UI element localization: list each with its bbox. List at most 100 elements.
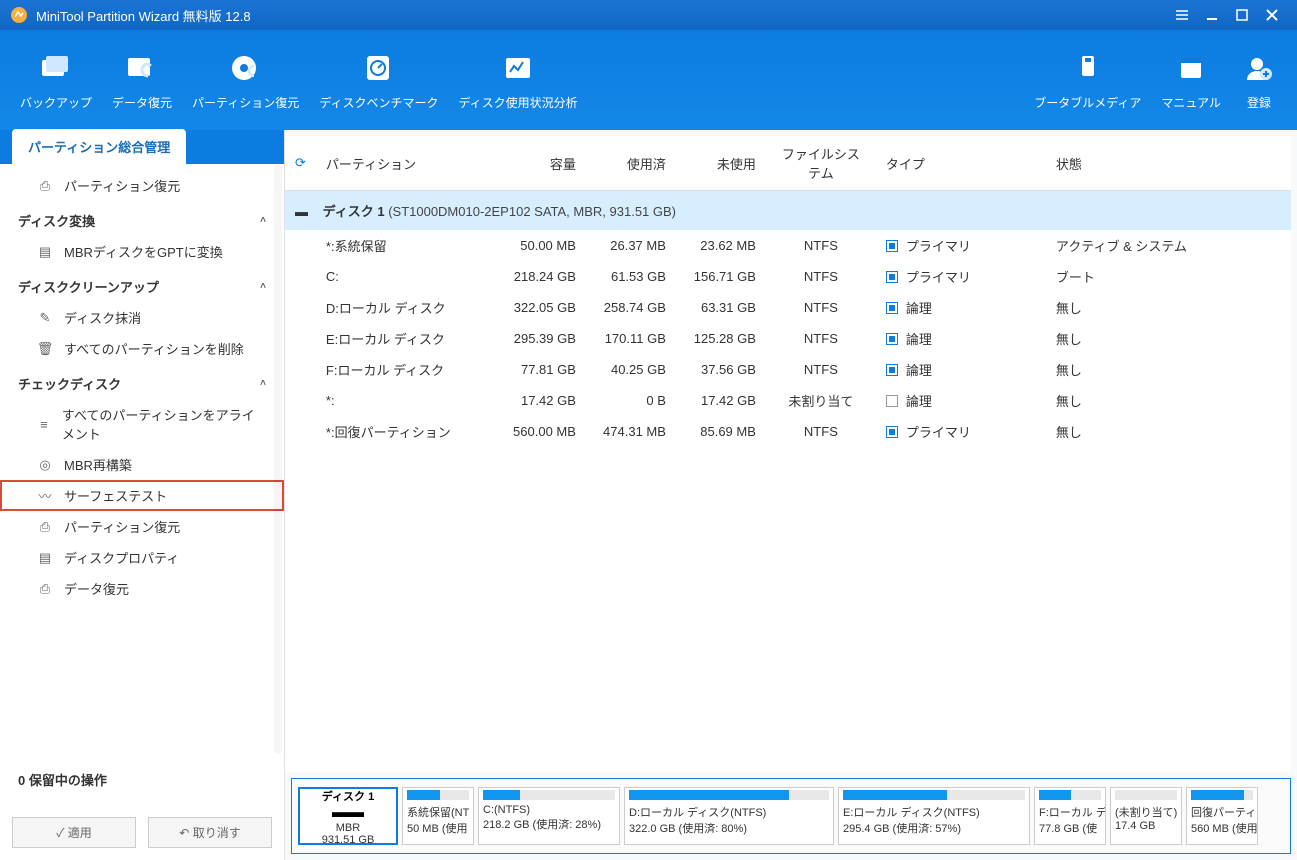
toolbar-label: マニュアル	[1161, 94, 1221, 111]
usage-bar	[629, 790, 829, 800]
sidebar-item-mbr2gpt[interactable]: ▤MBRディスクをGPTに変換	[0, 236, 284, 267]
toolbar-register[interactable]: 登録	[1231, 44, 1287, 117]
datarecovery-icon	[124, 50, 160, 86]
partition-row[interactable]: *:17.42 GB0 B17.42 GB未割り当て論理無し	[285, 385, 1291, 416]
type-indicator-icon	[886, 364, 898, 376]
diskmap-label: D:ローカル ディスク(NTFS)	[629, 804, 829, 820]
tab-partition-manager[interactable]: パーティション総合管理	[12, 129, 186, 164]
toolbar-label: ディスク使用状況分析	[458, 94, 577, 111]
cell-used: 170.11 GB	[586, 323, 676, 354]
type-indicator-icon	[886, 395, 898, 407]
chevron-up-icon: ˄	[260, 378, 266, 389]
menu-icon[interactable]	[1167, 0, 1197, 30]
cell-free: 37.56 GB	[676, 354, 766, 385]
cell-free: 63.31 GB	[676, 292, 766, 323]
sidebar-item-datarec2[interactable]: ⎙データ復元	[0, 573, 284, 604]
toolbar-partrecovery[interactable]: パーティション復元	[182, 44, 309, 117]
toolbar-benchmark[interactable]: ディスクベンチマーク	[309, 44, 448, 117]
cell-partition: F:ローカル ディスク	[316, 354, 496, 385]
diskmap-partition[interactable]: 系統保留(NT50 MB (使用	[402, 787, 474, 845]
partition-row[interactable]: *:回復パーティション560.00 MB474.31 MB85.69 MBNTF…	[285, 416, 1291, 447]
refresh-icon[interactable]: ⟳	[295, 155, 306, 170]
usage-bar	[1191, 790, 1253, 800]
diskmap-disk[interactable]: ディスク 1▬▬MBR931.51 GB	[298, 787, 398, 845]
maximize-button[interactable]	[1227, 0, 1257, 30]
col-type[interactable]: タイプ	[876, 136, 1046, 191]
toolbar-backup[interactable]: バックアップ	[10, 44, 102, 117]
col-capacity[interactable]: 容量	[496, 136, 586, 191]
toolbar-usage[interactable]: ディスク使用状況分析	[448, 44, 587, 117]
cell-capacity: 295.39 GB	[496, 323, 586, 354]
col-status[interactable]: 状態	[1046, 136, 1291, 191]
partition-row[interactable]: *:系統保留50.00 MB26.37 MB23.62 MBNTFSプライマリア…	[285, 230, 1291, 261]
partition-row[interactable]: F:ローカル ディスク77.81 GB40.25 GB37.56 GBNTFS論…	[285, 354, 1291, 385]
diskmap-size: 17.4 GB	[1115, 820, 1177, 832]
align-icon: ≡	[36, 415, 52, 433]
sidebar-group[interactable]: ディスククリーンアップ˄	[0, 267, 284, 302]
minimize-button[interactable]	[1197, 0, 1227, 30]
cell-free: 125.28 GB	[676, 323, 766, 354]
toolbar-datarecovery[interactable]: データ復元	[102, 44, 182, 117]
diskmap-partition[interactable]: C:(NTFS)218.2 GB (使用済: 28%)	[478, 787, 620, 845]
partition-row[interactable]: C:218.24 GB61.53 GB156.71 GBNTFSプライマリブート	[285, 261, 1291, 292]
sidebar: パーティション総合管理 ⎙パーティション復元ディスク変換˄▤MBRディスクをGP…	[0, 130, 285, 860]
window-title: MiniTool Partition Wizard 無料版 12.8	[36, 6, 1167, 25]
type-indicator-icon	[886, 302, 898, 314]
diskmap-partition[interactable]: F:ローカル ディ77.8 GB (使	[1034, 787, 1106, 845]
toolbar-bootmedia[interactable]: ブータブルメディア	[1024, 44, 1151, 117]
col-partition[interactable]: パーティション	[316, 136, 496, 191]
cell-fs: NTFS	[766, 261, 876, 292]
sidebar-item-diskprop[interactable]: ▤ディスクプロパティ	[0, 542, 284, 573]
close-button[interactable]	[1257, 0, 1287, 30]
group-title: ディスククリーンアップ	[18, 277, 159, 296]
sidebar-group[interactable]: ディスク変換˄	[0, 201, 284, 236]
toolbar-manual[interactable]: マニュアル	[1151, 44, 1231, 117]
sidebar-item-label: パーティション復元	[64, 517, 180, 536]
cell-used: 40.25 GB	[586, 354, 676, 385]
cell-free: 17.42 GB	[676, 385, 766, 416]
sidebar-group[interactable]: チェックディスク˄	[0, 364, 284, 399]
apply-button[interactable]: ✓ 適用	[12, 817, 136, 848]
diskmap-size: 560 MB (使用	[1191, 820, 1253, 836]
cell-partition: C:	[316, 261, 496, 292]
sidebar-item-partition-recovery[interactable]: ⎙パーティション復元	[0, 170, 284, 201]
col-used[interactable]: 使用済	[586, 136, 676, 191]
usage-bar	[483, 790, 615, 800]
diskmap-disk-name: ディスク 1	[322, 788, 374, 804]
diskmap-size: 218.2 GB (使用済: 28%)	[483, 816, 615, 832]
partition-row[interactable]: E:ローカル ディスク295.39 GB170.11 GB125.28 GBNT…	[285, 323, 1291, 354]
sidebar-item-partrec2[interactable]: ⎙パーティション復元	[0, 511, 284, 542]
col-fs[interactable]: ファイルシステム	[766, 136, 876, 191]
diskmap-partition[interactable]: D:ローカル ディスク(NTFS)322.0 GB (使用済: 80%)	[624, 787, 834, 845]
cell-used: 258.74 GB	[586, 292, 676, 323]
partition-row[interactable]: D:ローカル ディスク322.05 GB258.74 GB63.31 GBNTF…	[285, 292, 1291, 323]
cell-type: プライマリ	[876, 261, 1046, 292]
cell-capacity: 77.81 GB	[496, 354, 586, 385]
sidebar-item-surface[interactable]: 〰サーフェステスト	[0, 480, 284, 511]
disk-header-row[interactable]: ▬ ディスク 1 (ST1000DM010-2EP102 SATA, MBR, …	[285, 191, 1291, 231]
cell-free: 85.69 MB	[676, 416, 766, 447]
cell-status: 無し	[1046, 292, 1291, 323]
sidebar-item-wipe[interactable]: ✎ディスク抹消	[0, 302, 284, 333]
sidebar-scrollbar[interactable]	[274, 164, 282, 754]
cell-used: 61.53 GB	[586, 261, 676, 292]
cell-partition: E:ローカル ディスク	[316, 323, 496, 354]
manual-icon	[1173, 50, 1209, 86]
datarec2-icon: ⎙	[36, 580, 54, 598]
diskmap-partition[interactable]: 回復パーティシ560 MB (使用	[1186, 787, 1258, 845]
disk-label: ディスク 1	[323, 204, 385, 219]
sidebar-item-rebuild[interactable]: ◎MBR再構築	[0, 449, 284, 480]
cell-fs: NTFS	[766, 354, 876, 385]
col-free[interactable]: 未使用	[676, 136, 766, 191]
sidebar-item-align[interactable]: ≡すべてのパーティションをアライメント	[0, 399, 284, 449]
diskmap-partition[interactable]: E:ローカル ディスク(NTFS)295.4 GB (使用済: 57%)	[838, 787, 1030, 845]
disk-map: ディスク 1▬▬MBR931.51 GB系統保留(NT50 MB (使用C:(N…	[291, 778, 1291, 854]
diskmap-label: F:ローカル ディ	[1039, 804, 1101, 820]
cell-capacity: 17.42 GB	[496, 385, 586, 416]
sidebar-item-delall[interactable]: 🗑すべてのパーティションを削除	[0, 333, 284, 364]
diskmap-label: E:ローカル ディスク(NTFS)	[843, 804, 1025, 820]
diskmap-partition[interactable]: (未割り当て)17.4 GB	[1110, 787, 1182, 845]
undo-button[interactable]: ↶ 取り消す	[148, 817, 272, 848]
wipe-icon: ✎	[36, 309, 54, 327]
hdd-icon: ▬▬	[332, 804, 364, 822]
